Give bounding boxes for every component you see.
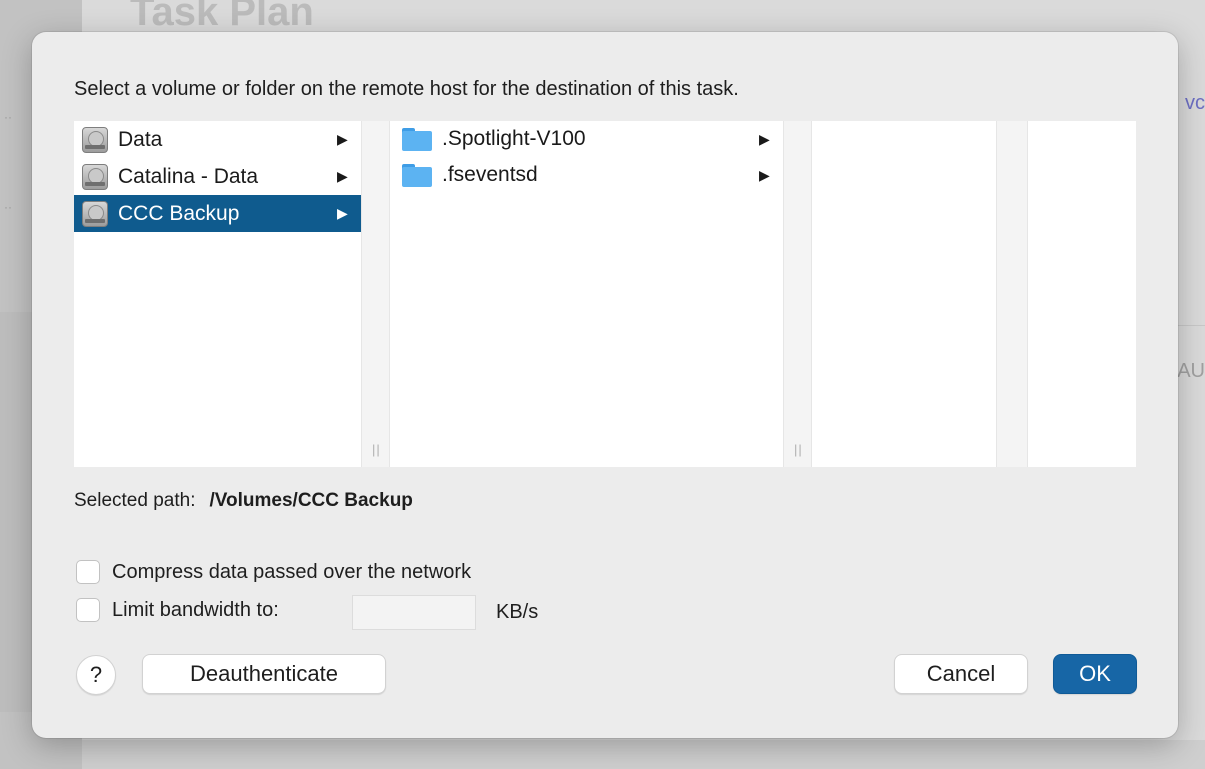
empty-column[interactable]	[1028, 121, 1136, 467]
volume-label: CCC Backup	[118, 201, 240, 225]
volume-label: Catalina - Data	[118, 164, 259, 188]
volume-row-catalina-data[interactable]: Catalina - Data ▶	[74, 158, 361, 195]
resize-grip-icon: ||	[794, 442, 803, 457]
column-resize-handle[interactable]	[996, 121, 1028, 467]
empty-column[interactable]	[815, 121, 996, 467]
background-title: Task Plan	[130, 0, 314, 34]
folder-icon	[402, 163, 432, 187]
folders-column[interactable]: .Spotlight-V100 ▶ .fseventsd ▶	[390, 121, 783, 467]
destination-dialog: Select a volume or folder on the remote …	[32, 32, 1178, 738]
column-resize-handle[interactable]: ||	[361, 121, 390, 467]
disclosure-arrow-icon: ▶	[759, 166, 770, 183]
folder-label: .fseventsd	[442, 163, 538, 186]
disclosure-arrow-icon: ▶	[759, 130, 770, 147]
compress-option[interactable]: Compress data passed over the network	[76, 560, 471, 584]
volume-label: Data	[118, 127, 163, 151]
disclosure-arrow-icon: ▶	[337, 168, 348, 184]
disk-icon	[82, 163, 108, 190]
selected-path-value: /Volumes/CCC Backup	[209, 490, 413, 511]
disk-icon	[82, 126, 108, 153]
resize-grip-icon: ||	[372, 442, 381, 457]
background-link: vc	[1185, 92, 1205, 114]
help-button[interactable]: ?	[76, 655, 116, 695]
selected-path: Selected path: /Volumes/CCC Backup	[74, 490, 413, 512]
limit-bandwidth-label: Limit bandwidth to:	[112, 598, 279, 621]
disk-icon	[82, 200, 108, 227]
volume-row-data[interactable]: Data ▶	[74, 121, 361, 158]
background-dots: ··	[4, 110, 12, 124]
folder-row-fseventsd[interactable]: .fseventsd ▶	[390, 157, 783, 193]
bandwidth-unit: KB/s	[496, 601, 539, 623]
background-dots: ··	[4, 200, 12, 214]
ok-button[interactable]: OK	[1053, 654, 1137, 694]
background-divider	[1175, 325, 1205, 326]
column-resize-handle[interactable]: ||	[783, 121, 812, 467]
bandwidth-input[interactable]	[352, 595, 476, 630]
disclosure-arrow-icon: ▶	[337, 205, 348, 221]
disclosure-arrow-icon: ▶	[337, 131, 348, 147]
folder-row-spotlight[interactable]: .Spotlight-V100 ▶	[390, 121, 783, 157]
background-footer	[82, 740, 1205, 769]
dialog-prompt: Select a volume or folder on the remote …	[74, 78, 739, 100]
deauthenticate-button[interactable]: Deauthenticate	[142, 654, 386, 694]
limit-bandwidth-option[interactable]: Limit bandwidth to:	[76, 598, 279, 622]
column-browser: Data ▶ Catalina - Data ▶ CCC Backup ▶ ||…	[74, 121, 1136, 467]
limit-bandwidth-checkbox[interactable]	[76, 598, 100, 622]
folder-label: .Spotlight-V100	[442, 127, 586, 150]
cancel-button[interactable]: Cancel	[894, 654, 1028, 694]
volume-row-ccc-backup[interactable]: CCC Backup ▶	[74, 195, 361, 232]
compress-label: Compress data passed over the network	[112, 560, 472, 583]
background-label: AU	[1177, 360, 1205, 382]
selected-path-label: Selected path:	[74, 490, 196, 511]
folder-icon	[402, 127, 432, 151]
volumes-column[interactable]: Data ▶ Catalina - Data ▶ CCC Backup ▶	[74, 121, 361, 467]
compress-checkbox[interactable]	[76, 560, 100, 584]
